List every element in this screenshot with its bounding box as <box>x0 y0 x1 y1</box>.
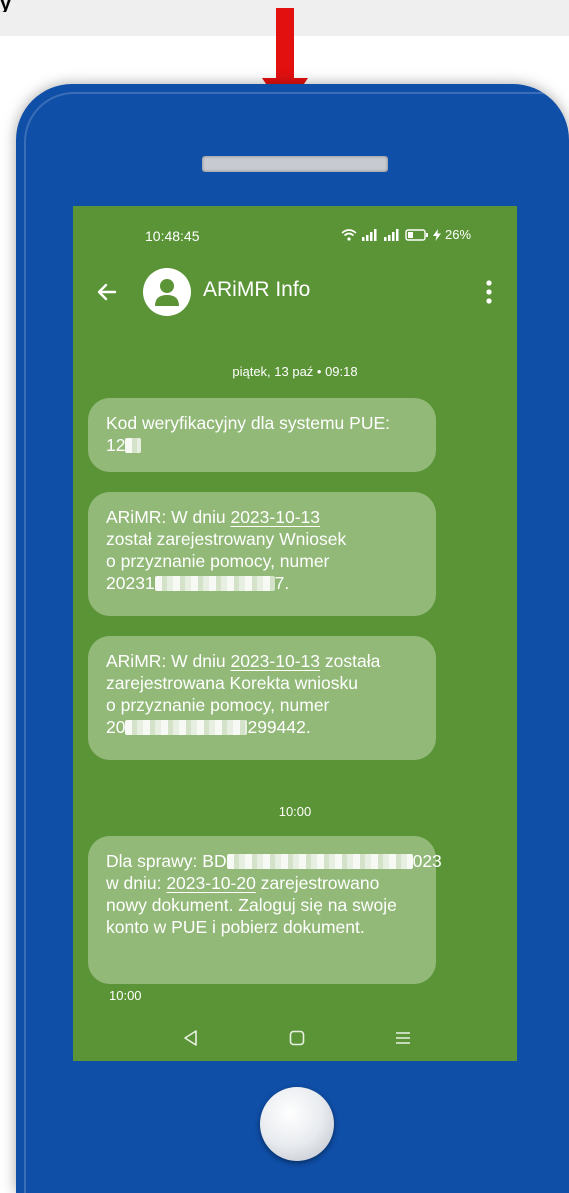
signal-icon-2 <box>384 228 399 241</box>
status-icons: 26% <box>341 227 471 242</box>
redacted-block <box>125 720 248 735</box>
charging-icon <box>433 228 441 241</box>
phone-speaker <box>202 156 388 172</box>
message-line: Dla sprawy: BD 023 <box>106 850 442 872</box>
redacted-block <box>125 438 142 453</box>
nav-home-icon[interactable] <box>287 1028 307 1048</box>
battery-icon <box>405 228 428 241</box>
message-date-link[interactable]: 2023-10-20 <box>166 873 256 893</box>
message-line: ARiMR: W dniu 2023-10-13 została <box>106 650 418 672</box>
signal-icon-1 <box>362 228 377 241</box>
message-text: 12 <box>106 435 126 455</box>
message-bubble[interactable]: ARiMR: W dniu 2023-10-13 została zarejes… <box>88 636 436 760</box>
message-text: została <box>320 651 381 671</box>
message-text: 20 <box>106 717 126 737</box>
nav-menu-icon[interactable] <box>393 1028 413 1048</box>
message-text: 299442. <box>247 717 311 737</box>
message-line: ARiMR: W dniu 2023-10-13 <box>106 506 418 528</box>
message-text: zarejestrowano <box>255 873 380 893</box>
phone-screen: 10:48:45 26% ARiMR Info piątek, 13 paź •… <box>73 206 517 1061</box>
message-text: ARiMR: W dniu <box>106 507 231 527</box>
conversation-app-bar: ARiMR Info <box>73 264 517 320</box>
message-bubble[interactable]: Dla sprawy: BD 023 w dniu: 2023-10-20 zar… <box>88 836 442 984</box>
nav-back-icon[interactable] <box>181 1028 201 1048</box>
message-line: nowy dokument. Zaloguj się na swoje <box>106 895 397 915</box>
redacted-block <box>154 576 275 591</box>
battery-percent: 26% <box>445 227 472 242</box>
cropped-heading-fragment: y <box>0 0 12 12</box>
more-options-icon[interactable] <box>483 278 495 306</box>
time-separator: 10:00 <box>278 804 312 819</box>
contact-name[interactable]: ARiMR Info <box>203 278 310 302</box>
back-arrow-icon[interactable] <box>95 280 119 304</box>
message-text: ARiMR: W dniu <box>106 651 231 671</box>
system-nav-bar <box>73 1024 517 1054</box>
message-text: Dla sprawy: BD <box>106 851 227 871</box>
message-line: 20231 7. <box>106 572 418 594</box>
message-line: konto w PUE i pobierz dokument. <box>106 917 365 937</box>
message-line: w dniu: 2023-10-20 zarejestrowano <box>106 872 418 894</box>
message-text: 7. <box>274 573 290 593</box>
message-date-link[interactable]: 2023-10-13 <box>230 507 320 527</box>
message-text: 023 <box>412 851 442 871</box>
message-line: Kod weryfikacyjny dla systemu PUE: <box>106 413 390 433</box>
message-line: został zarejestrowany Wniosek <box>106 529 347 549</box>
message-line: zarejestrowana Korekta wniosku <box>106 673 358 693</box>
message-line: o przyznanie pomocy, numer <box>106 551 330 571</box>
wifi-icon <box>341 228 357 241</box>
message-line: o przyznanie pomocy, numer <box>106 695 330 715</box>
date-separator: piątek, 13 paź • 09:18 <box>232 364 358 379</box>
status-time: 10:48:45 <box>145 228 200 244</box>
message-text: 20231 <box>106 573 155 593</box>
phone-home-button[interactable] <box>260 1087 334 1161</box>
message-text: w dniu: <box>106 873 167 893</box>
redacted-block <box>226 854 413 869</box>
person-icon <box>155 279 179 306</box>
contact-avatar[interactable] <box>143 268 191 316</box>
message-date-link[interactable]: 2023-10-13 <box>230 651 320 671</box>
message-line: 12 <box>106 434 418 456</box>
message-bubble[interactable]: Kod weryfikacyjny dla systemu PUE: 12 <box>88 398 436 472</box>
message-timestamp: 10:00 <box>109 988 142 1003</box>
message-bubble[interactable]: ARiMR: W dniu 2023-10-13 został zarejest… <box>88 492 436 616</box>
message-line: 20 299442. <box>106 716 418 738</box>
